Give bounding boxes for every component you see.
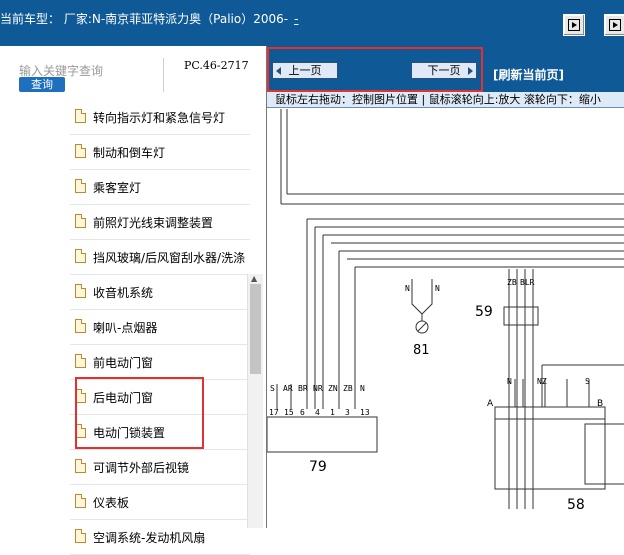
wire-label: S [585, 377, 590, 386]
wire-label: ZB [507, 278, 517, 287]
tree-item-label: 前照灯光线束调整装置 [93, 216, 214, 230]
pin-label: AR [283, 384, 293, 393]
tree-item-label: 制动和倒车灯 [93, 146, 166, 160]
tree-item-label: 收音机系统 [93, 286, 154, 300]
document-icon [75, 144, 86, 158]
pin-label: ZN [328, 384, 338, 393]
wire-label: NZ [537, 377, 547, 386]
viewer-navbar: 上一页 下一页 [刷新当前页] [267, 46, 624, 92]
document-icon [75, 214, 86, 228]
left-panel: 输入关键字查询 查询 PC.46-2717 转向指示灯和紧急信号灯 制动和倒车灯… [0, 46, 266, 555]
topic-tree: 转向指示灯和紧急信号灯 制动和倒车灯 乘客室灯 前照灯光线束调整装置 挡风玻璃/… [70, 100, 250, 555]
tree-item-label: 挡风玻璃/后风窗刮水器/洗涤 [93, 251, 246, 265]
wire-label: BLR [520, 278, 535, 287]
pin-label: S [270, 384, 275, 393]
tree-item-label: 乘客室灯 [93, 181, 142, 195]
expand-button[interactable] [563, 14, 585, 36]
tree-item-label: 转向指示灯和紧急信号灯 [93, 111, 226, 125]
pin-label: ZB [343, 384, 353, 393]
tree-item[interactable]: 转向指示灯和紧急信号灯 [70, 100, 250, 135]
tree-item-label: 空调系统-发动机风扇 [93, 531, 206, 545]
tree-item[interactable]: 空调系统-发动机风扇 [70, 520, 250, 555]
component-81-label: 81 [413, 343, 430, 358]
document-icon [75, 459, 86, 473]
scroll-thumb[interactable] [250, 284, 261, 374]
tree-item-label: 仪表板 [93, 496, 130, 510]
component-79-label: 79 [309, 459, 327, 475]
tree-item-front-power-window[interactable]: 前电动门窗 [70, 345, 250, 380]
document-icon [75, 494, 86, 508]
pin-number: 3 [345, 408, 350, 417]
top-bar: 当前车型： 厂家:N-南京菲亚特派力奥（Palio）2006- - [0, 0, 624, 46]
search-divider [163, 58, 164, 92]
pin-number: 6 [300, 408, 305, 417]
tree-item[interactable]: 可调节外部后视镜 [70, 450, 250, 485]
panel-toggle-button[interactable] [604, 14, 624, 36]
query-button[interactable]: 查询 [19, 77, 65, 92]
pin-label: N [360, 384, 365, 393]
document-icon [75, 249, 86, 263]
panel-toggle-icon [609, 19, 621, 31]
pin-number: 13 [360, 408, 370, 417]
block-a-label: A [487, 399, 494, 409]
tree-item[interactable]: 前照灯光线束调整装置 [70, 205, 250, 240]
diagram-viewer: 上一页 下一页 [刷新当前页] 鼠标左右拖动：控制图片位置 | 鼠标滚轮向上:放… [266, 46, 624, 528]
block-b-label: B [597, 399, 603, 409]
pin-label: NR [313, 384, 323, 393]
expand-icon [568, 19, 580, 31]
tree-item[interactable]: 收音机系统 [70, 275, 250, 310]
tree-item[interactable]: 制动和倒车灯 [70, 135, 250, 170]
component-59-label: 59 [475, 304, 493, 320]
refresh-page-link[interactable]: [刷新当前页] [493, 66, 564, 83]
tree-item[interactable]: 仪表板 [70, 485, 250, 520]
wiring-diagram-svg: S AR BR NR ZN ZB N 17 15 6 4 1 3 13 N N … [267, 109, 624, 513]
tree-scrollbar[interactable]: ▲ [247, 274, 263, 528]
pin-number: 4 [315, 408, 320, 417]
document-icon [75, 529, 86, 543]
scroll-up-icon[interactable]: ▲ [251, 274, 257, 283]
document-icon [75, 109, 86, 123]
wire-label: N [435, 284, 440, 293]
component-58-label: 58 [567, 497, 585, 513]
current-model: 当前车型： 厂家:N-南京菲亚特派力奥（Palio）2006- - [0, 10, 298, 27]
model-text: 当前车型： 厂家:N-南京菲亚特派力奥（Palio）2006- [0, 12, 289, 26]
highlight-box-nav [267, 47, 483, 92]
document-icon [75, 284, 86, 298]
tree-item-label: 可调节外部后视镜 [93, 461, 190, 475]
tree-item-label: 喇叭-点烟器 [93, 321, 158, 335]
tree-item[interactable]: 挡风玻璃/后风窗刮水器/洗涤 [70, 240, 250, 275]
document-icon [75, 179, 86, 193]
model-link[interactable]: - [294, 12, 298, 26]
page-code: PC.46-2717 [184, 59, 249, 72]
hint-bar: 鼠标左右拖动：控制图片位置 | 鼠标滚轮向上:放大 滚轮向下：缩小 [267, 92, 624, 108]
tree-item-label: 前电动门窗 [93, 356, 154, 370]
pin-label: BR [298, 384, 308, 393]
highlight-box-tree [75, 377, 204, 449]
wiring-diagram[interactable]: S AR BR NR ZN ZB N 17 15 6 4 1 3 13 N N … [267, 109, 624, 528]
document-icon [75, 319, 86, 333]
pin-number: 1 [330, 408, 335, 417]
wire-label: N [507, 377, 512, 386]
tree-item[interactable]: 乘客室灯 [70, 170, 250, 205]
tree-item[interactable]: 喇叭-点烟器 [70, 310, 250, 345]
pin-number: 17 [269, 408, 279, 417]
document-icon [75, 354, 86, 368]
pin-number: 15 [284, 408, 294, 417]
wire-label: N [405, 284, 410, 293]
